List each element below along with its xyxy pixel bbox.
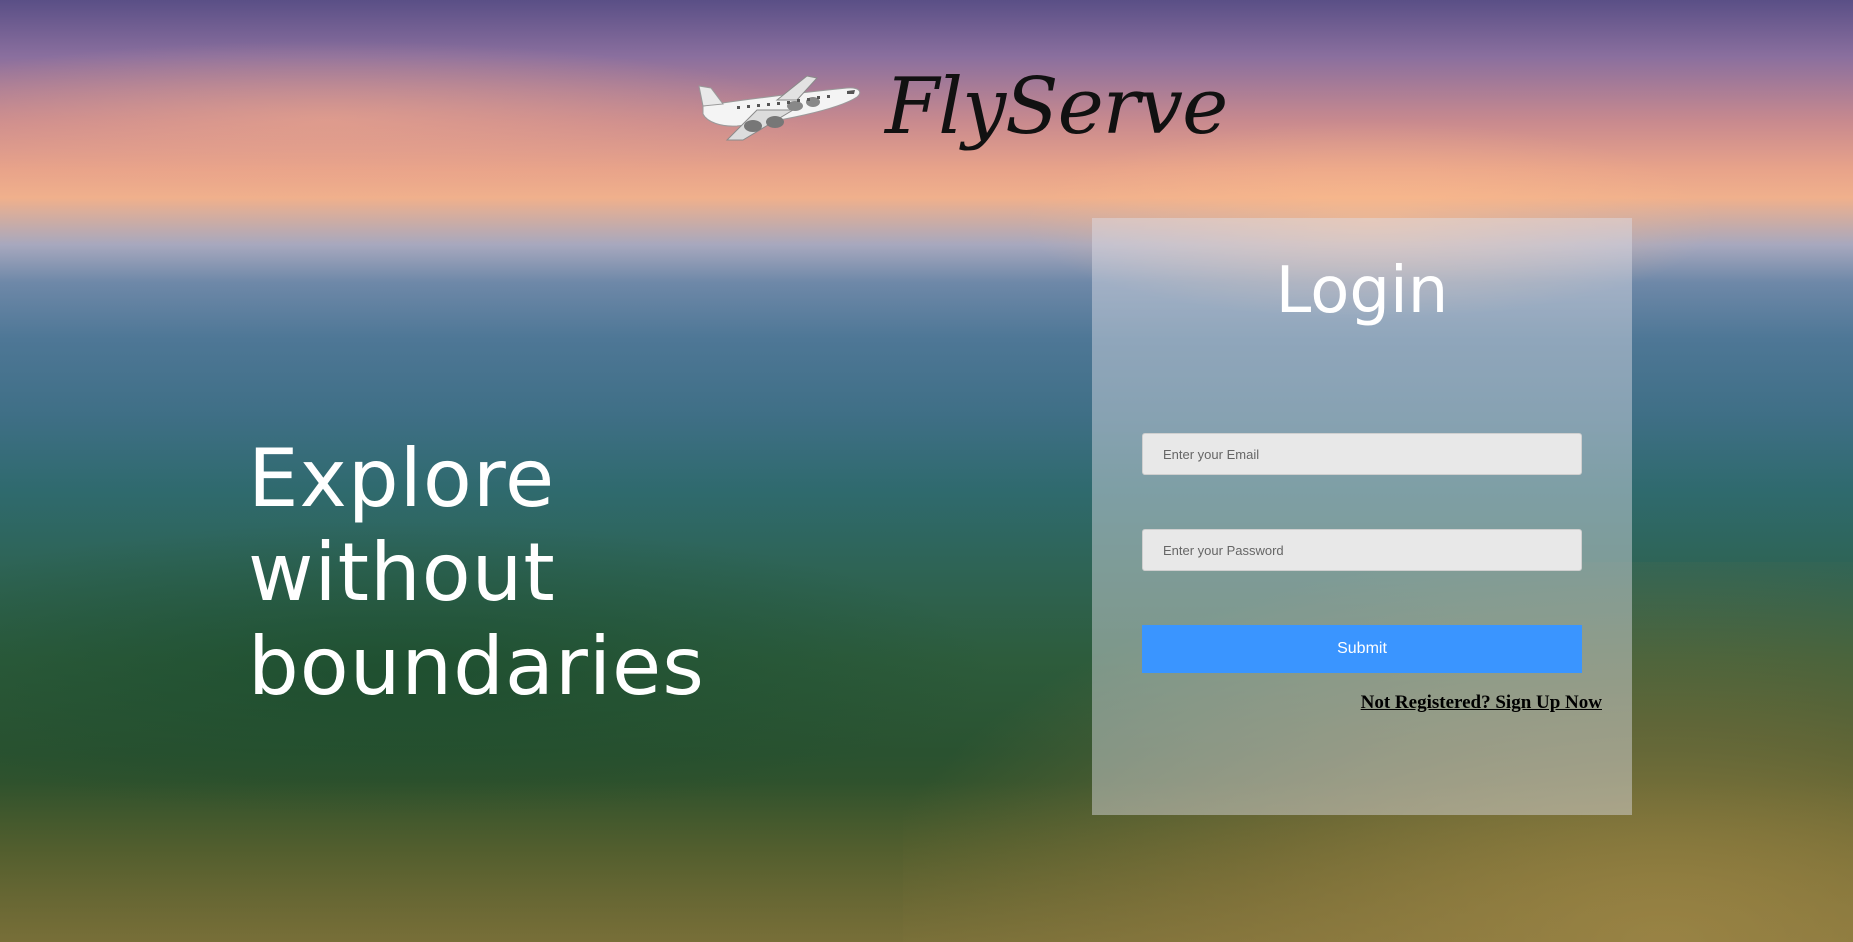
login-panel: Login Submit Not Registered? Sign Up Now (1092, 218, 1632, 815)
brand-name: FlyServe (885, 62, 1228, 152)
brand-header: FlyServe (697, 62, 1228, 152)
hero-tagline: Explore without boundaries (248, 432, 705, 713)
login-title: Login (1275, 254, 1449, 328)
submit-button[interactable]: Submit (1142, 625, 1582, 673)
airplane-icon (698, 75, 861, 141)
email-field[interactable] (1142, 433, 1582, 475)
password-field[interactable] (1142, 529, 1582, 571)
signup-link[interactable]: Not Registered? Sign Up Now (1347, 692, 1602, 714)
